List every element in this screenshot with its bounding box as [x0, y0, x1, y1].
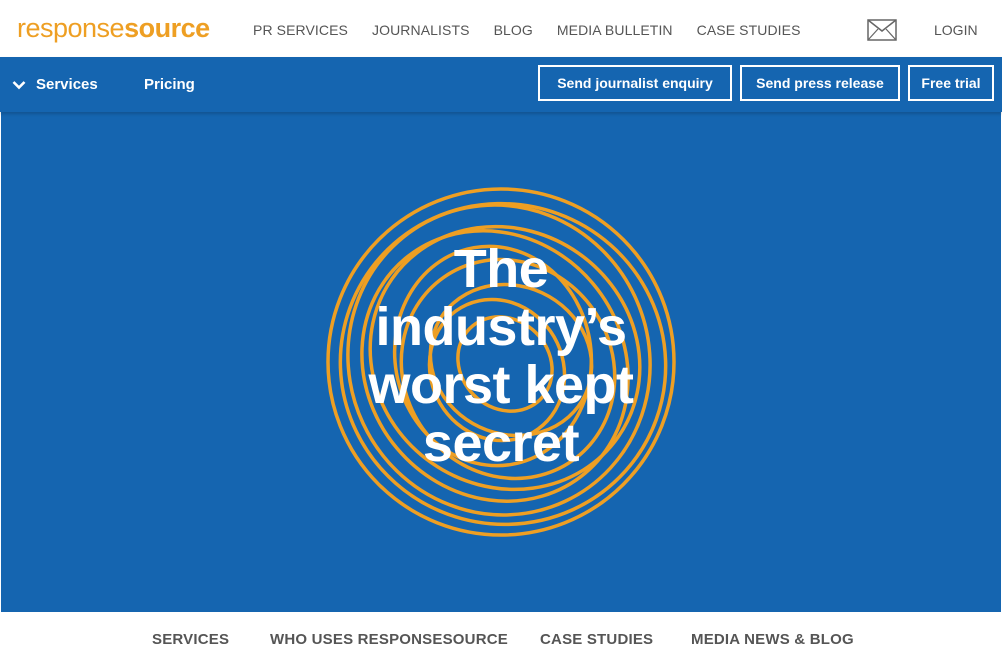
top-nav-media-bulletin[interactable]: MEDIA BULLETIN: [557, 22, 673, 38]
send-journalist-enquiry-button[interactable]: Send journalist enquiry: [538, 65, 732, 101]
bottom-nav: SERVICES WHO USES RESPONSESOURCE CASE ST…: [0, 612, 1002, 666]
top-nav-case-studies[interactable]: CASE STUDIES: [697, 22, 801, 38]
top-nav-journalists[interactable]: JOURNALISTS: [372, 22, 470, 38]
bottom-nav-media-news-blog[interactable]: MEDIA NEWS & BLOG: [691, 631, 854, 648]
chevron-down-icon: [12, 80, 26, 89]
hero-headline: The industry’s worst kept secret: [331, 240, 671, 472]
pricing-link[interactable]: Pricing: [144, 76, 195, 93]
bottom-nav-who-uses[interactable]: WHO USES RESPONSESOURCE: [270, 631, 508, 648]
top-nav-blog[interactable]: BLOG: [494, 22, 533, 38]
secondary-nav-bar: Services Pricing Send journalist enquiry…: [0, 57, 1002, 112]
free-trial-button[interactable]: Free trial: [908, 65, 994, 101]
services-dropdown[interactable]: Services: [12, 76, 98, 93]
hero-banner: The industry’s worst kept secret: [1, 112, 1001, 612]
logo-text-light: response: [17, 13, 125, 43]
bottom-nav-case-studies[interactable]: CASE STUDIES: [540, 631, 653, 648]
bottom-nav-services[interactable]: SERVICES: [152, 631, 229, 648]
login-link[interactable]: LOGIN: [934, 22, 978, 38]
send-press-release-button[interactable]: Send press release: [740, 65, 900, 101]
top-header: responsesource PR SERVICES JOURNALISTS B…: [0, 0, 1002, 57]
top-nav: PR SERVICES JOURNALISTS BLOG MEDIA BULLE…: [253, 22, 825, 38]
top-nav-pr-services[interactable]: PR SERVICES: [253, 22, 348, 38]
responsesource-logo[interactable]: responsesource: [17, 13, 210, 44]
hero-line-2: industry’s: [375, 297, 627, 357]
hero-line-4: secret: [422, 413, 580, 473]
hero-line-1: The: [453, 239, 549, 299]
services-label: Services: [36, 76, 98, 93]
logo-text-bold: source: [124, 13, 210, 43]
hero-line-3: worst kept: [368, 355, 634, 415]
envelope-icon[interactable]: [867, 19, 897, 41]
